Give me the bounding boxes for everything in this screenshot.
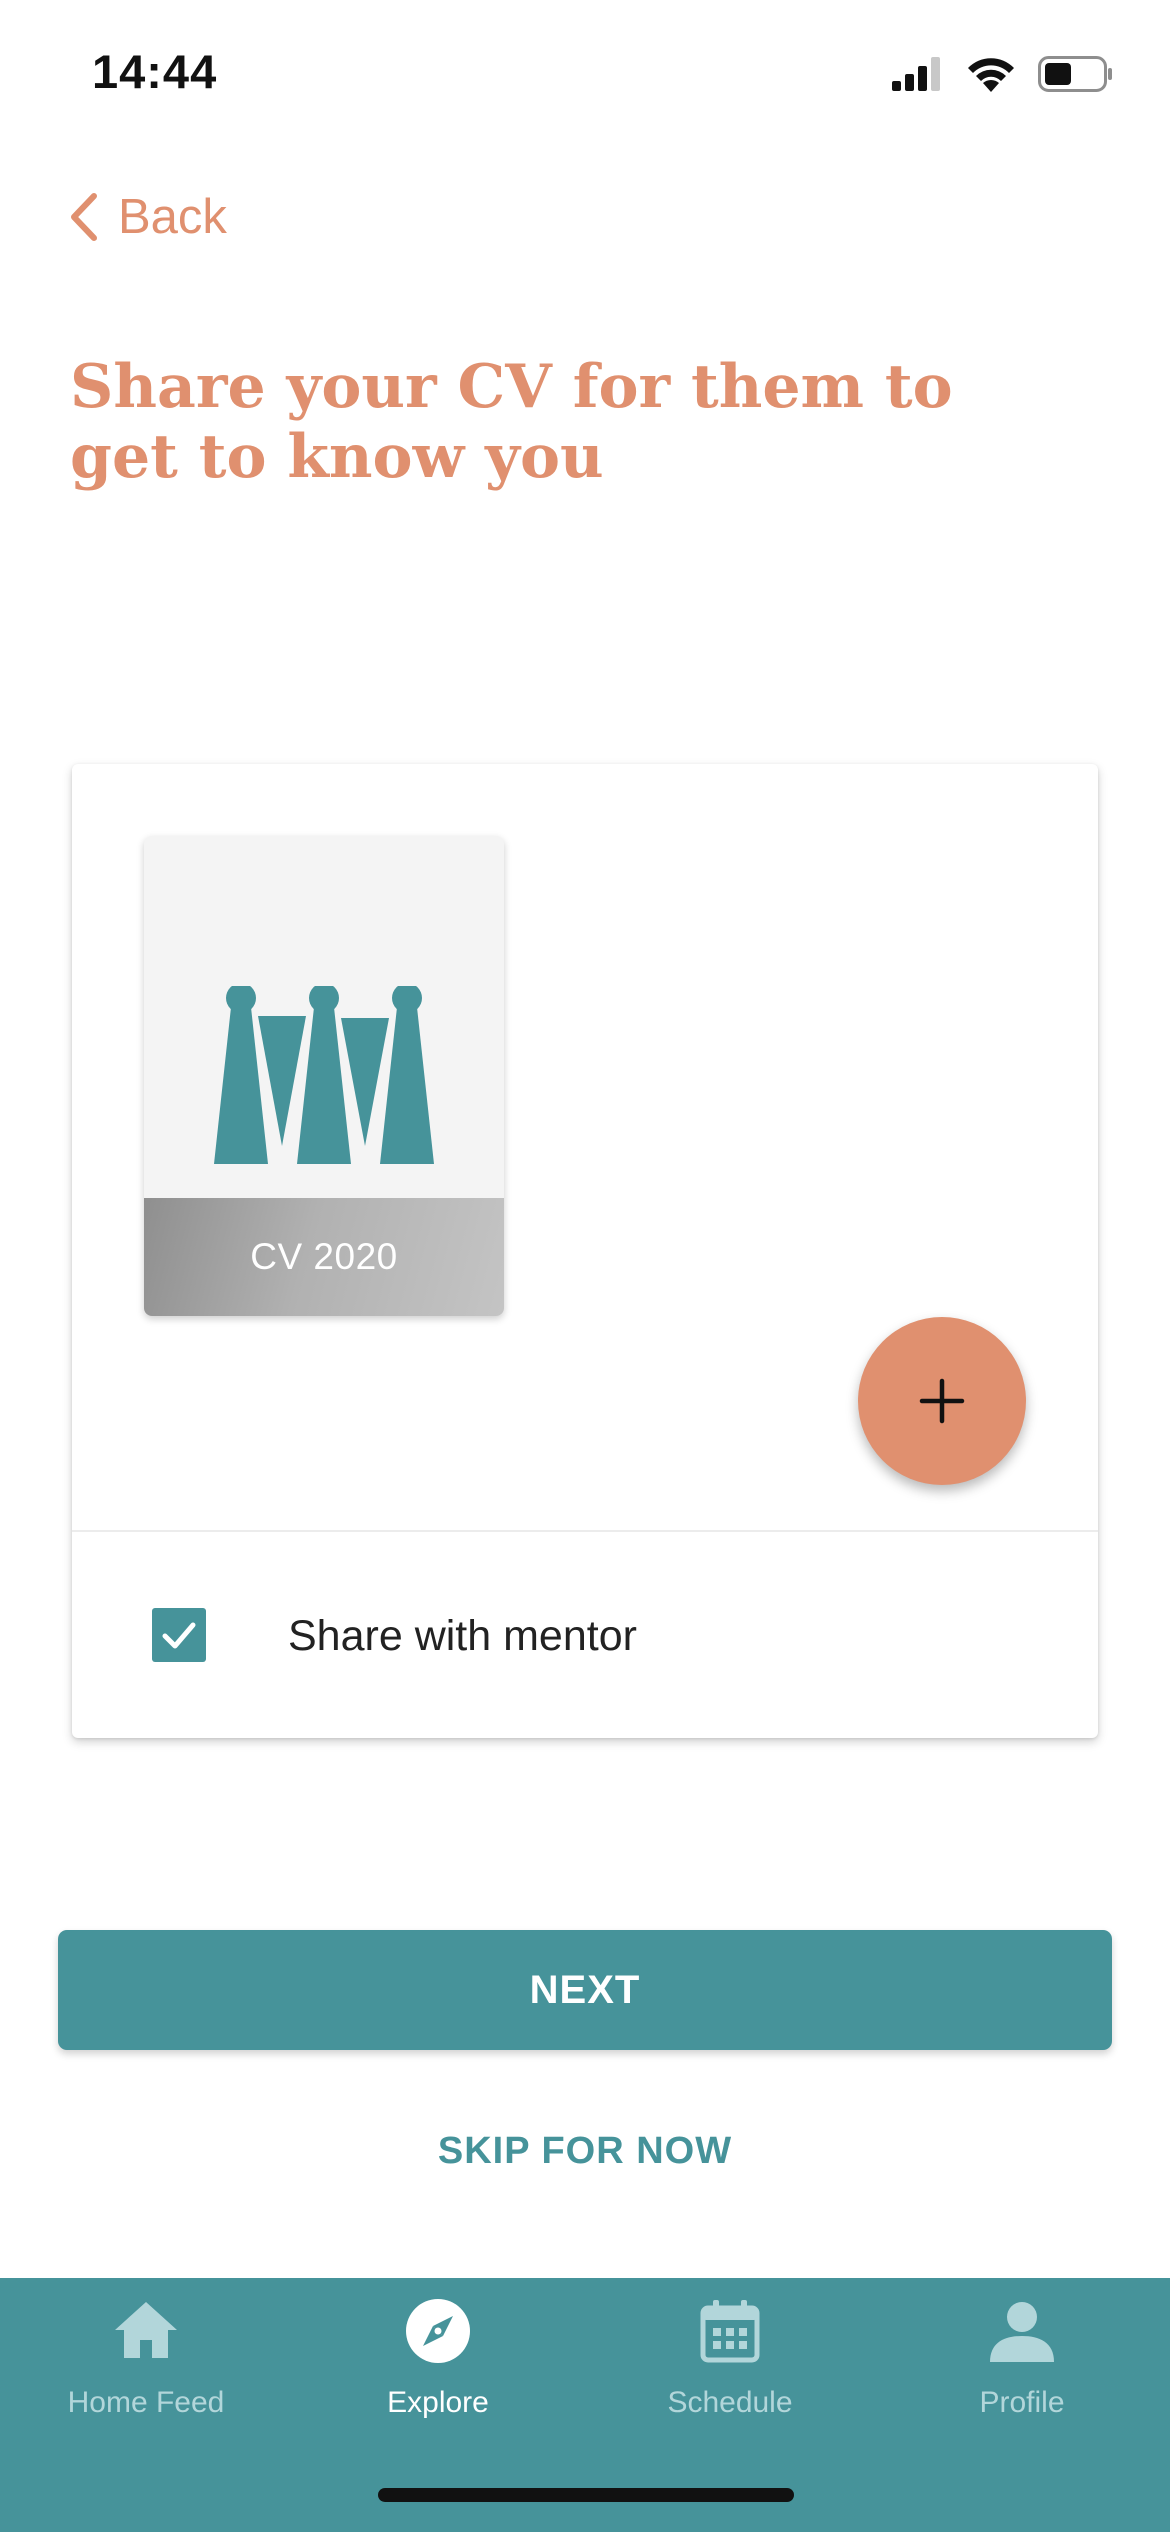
tab-schedule[interactable]: Schedule <box>584 2278 876 2478</box>
cv-label-bar: CV 2020 <box>144 1198 504 1316</box>
add-cv-button[interactable] <box>858 1317 1026 1485</box>
battery-icon <box>1038 56 1112 92</box>
tab-label: Home Feed <box>67 2386 225 2419</box>
share-with-mentor-checkbox[interactable] <box>152 1608 206 1662</box>
crown-logo-icon <box>214 986 434 1164</box>
page-title: Share your CV for them to get to know yo… <box>70 352 953 492</box>
back-button[interactable]: Back <box>66 182 227 252</box>
compass-icon <box>406 2299 470 2363</box>
cv-file-tile[interactable]: CV 2020 <box>144 836 504 1316</box>
next-button[interactable]: NEXT <box>58 1930 1112 2050</box>
plus-icon <box>919 1378 965 1424</box>
status-time: 14:44 <box>92 45 218 98</box>
chevron-left-icon <box>71 193 97 241</box>
wifi-icon <box>968 58 1014 92</box>
tab-explore[interactable]: Explore <box>292 2278 584 2478</box>
status-bar: 14:44 <box>0 0 1170 150</box>
tab-home-feed[interactable]: Home Feed <box>0 2278 292 2478</box>
tab-label: Schedule <box>667 2386 793 2419</box>
tab-label: Profile <box>979 2386 1065 2419</box>
cellular-signal-icon <box>892 57 940 91</box>
cv-file-name: CV 2020 <box>250 1236 398 1277</box>
profile-icon <box>990 2302 1054 2362</box>
status-icons <box>892 50 1114 98</box>
share-with-mentor-row: Share with mentor <box>72 1532 1098 1738</box>
tab-label: Explore <box>387 2386 489 2419</box>
checkmark-icon <box>162 1622 196 1649</box>
cv-card: CV 2020 Share with mentor <box>72 764 1098 1738</box>
tab-profile[interactable]: Profile <box>876 2278 1168 2478</box>
share-with-mentor-label: Share with mentor <box>288 1612 637 1660</box>
calendar-icon <box>700 2300 760 2363</box>
home-icon <box>115 2302 177 2358</box>
back-label: Back <box>118 190 227 244</box>
skip-for-now-link[interactable]: SKIP FOR NOW <box>0 2130 1170 2173</box>
tab-bar: Home Feed Explore Schedule Profile <box>0 2278 1170 2532</box>
home-indicator[interactable] <box>378 2488 794 2502</box>
